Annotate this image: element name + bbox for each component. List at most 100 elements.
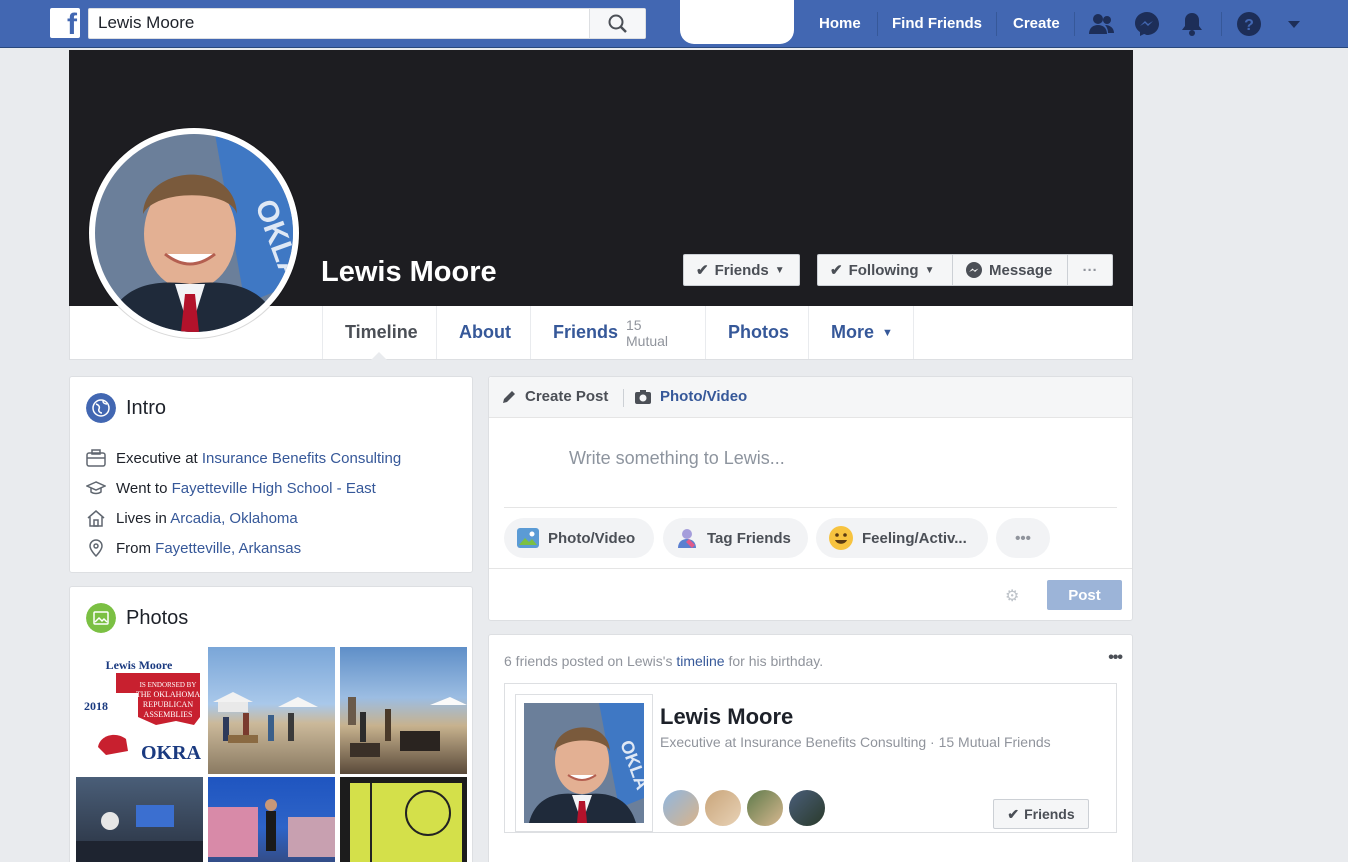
birthday-feed-card: 6 friends posted on Lewis's timeline for… <box>488 634 1133 862</box>
mutual-count: 15 Mutual <box>626 316 669 349</box>
profile-name: Lewis Moore <box>321 256 497 288</box>
friend-suggestion-card: OKLA Lewis Moore Executive at Insurance … <box>504 683 1117 833</box>
photo-outdoor-gathering[interactable] <box>340 647 467 774</box>
svg-text:THE OKLAHOMA: THE OKLAHOMA <box>136 690 200 699</box>
photo-visitor-badge[interactable] <box>340 777 467 862</box>
check-icon: ✔ <box>1007 805 1020 822</box>
friends-button-label: Friends <box>714 261 769 279</box>
settings-gear-icon[interactable]: ⚙ <box>1005 586 1019 606</box>
intro-from-link[interactable]: Fayetteville, Arkansas <box>155 540 301 557</box>
post-composer: Create Post Photo/Video Write something … <box>488 376 1133 621</box>
more-actions-button[interactable]: ••• <box>996 518 1050 558</box>
photo-video-button[interactable]: Photo/Video <box>504 518 654 558</box>
facebook-logo-icon[interactable]: f <box>50 8 80 40</box>
tab-photos[interactable]: Photos <box>705 306 808 359</box>
friend-card-friends-button[interactable]: ✔ Friends <box>993 799 1089 829</box>
composer-input[interactable]: Write something to Lewis... <box>569 448 785 469</box>
graduation-cap-icon <box>86 481 106 495</box>
photo-stage-event[interactable] <box>208 777 335 862</box>
messenger-icon <box>966 262 982 278</box>
check-icon: ✔ <box>830 262 843 279</box>
help-icon[interactable]: ? <box>1235 10 1263 38</box>
top-navigation-bar: f Lewis Moore Home Find Friends Create ? <box>0 0 1348 48</box>
tag-friends-icon <box>678 529 696 548</box>
intro-work: Executive at Insurance Benefits Consulti… <box>86 448 401 468</box>
messenger-icon[interactable] <box>1133 10 1161 38</box>
search-input[interactable]: Lewis Moore <box>98 13 194 33</box>
friend-card-subtitle: Executive at Insurance Benefits Consulti… <box>660 734 1051 750</box>
friend-card-photo[interactable]: OKLA <box>515 694 653 832</box>
profile-picture[interactable]: OKLA <box>89 128 299 338</box>
photos-icon <box>86 603 116 633</box>
composer-header: Create Post Photo/Video <box>489 377 1132 418</box>
profile-shortcut[interactable] <box>680 0 794 44</box>
feeling-activity-button[interactable]: Feeling/Activ... <box>816 518 988 558</box>
intro-card: Intro Executive at Insurance Benefits Co… <box>69 376 473 573</box>
mutual-friend-avatar[interactable] <box>661 788 701 828</box>
nav-divider <box>877 12 878 36</box>
composer-separator <box>504 507 1117 508</box>
birthday-summary: 6 friends posted on Lewis's timeline for… <box>504 653 824 669</box>
intro-work-link[interactable]: Insurance Benefits Consulting <box>202 450 401 467</box>
nav-find-friends[interactable]: Find Friends <box>892 15 982 32</box>
pencil-icon <box>503 390 515 403</box>
more-dots-icon: ••• <box>1015 529 1031 547</box>
photo-icon <box>517 528 539 548</box>
mutual-friend-avatar[interactable] <box>703 788 743 828</box>
smiley-icon <box>829 526 853 550</box>
svg-text:ASSEMBLIES: ASSEMBLIES <box>144 710 193 719</box>
search-icon <box>608 14 627 33</box>
friend-requests-icon[interactable] <box>1088 10 1116 38</box>
message-button[interactable]: Message <box>952 254 1068 286</box>
message-button-label: Message <box>989 261 1053 279</box>
intro-education-link[interactable]: Fayetteville High School - East <box>172 480 376 497</box>
tab-friends[interactable]: Friends 15 Mutual <box>530 306 705 359</box>
svg-text:2018: 2018 <box>84 699 108 713</box>
svg-text:REPUBLICAN: REPUBLICAN <box>143 700 193 709</box>
nav-home[interactable]: Home <box>819 15 861 32</box>
friends-button[interactable]: ✔ Friends ▼ <box>683 254 800 286</box>
photo-endorsement-poster[interactable]: Lewis Moore IS ENDORSED BY THE OKLAHOMA … <box>76 647 203 774</box>
search-button[interactable] <box>589 9 645 38</box>
svg-text:IS ENDORSED BY: IS ENDORSED BY <box>140 681 197 689</box>
search-bar[interactable]: Lewis Moore <box>88 8 646 39</box>
friend-card-name[interactable]: Lewis Moore <box>660 704 793 730</box>
following-button-label: Following <box>848 261 919 279</box>
briefcase-icon <box>86 449 106 467</box>
nav-divider <box>996 12 997 36</box>
account-menu-chevron-icon[interactable] <box>1280 10 1308 38</box>
photo-video-tab[interactable]: Photo/Video <box>634 388 747 405</box>
nav-divider <box>1221 12 1222 36</box>
camera-icon <box>635 389 651 404</box>
notifications-bell-icon[interactable] <box>1178 10 1206 38</box>
tab-more[interactable]: More ▼ <box>808 306 914 359</box>
post-button[interactable]: Post <box>1047 580 1122 610</box>
nav-divider <box>1074 12 1075 36</box>
mutual-friend-avatar[interactable] <box>745 788 785 828</box>
mutual-friend-avatar[interactable] <box>787 788 827 828</box>
post-options-icon[interactable]: ••• <box>1108 649 1123 667</box>
composer-divider <box>623 389 624 407</box>
tag-friends-button[interactable]: Tag Friends <box>663 518 808 558</box>
profile-portrait: OKLA <box>95 134 293 332</box>
check-icon: ✔ <box>696 262 709 279</box>
photo-conference-room[interactable] <box>76 777 203 862</box>
tab-about[interactable]: About <box>436 306 530 359</box>
timeline-link[interactable]: timeline <box>676 653 724 669</box>
nav-create[interactable]: Create <box>1013 15 1060 32</box>
photos-title: Photos <box>126 607 189 629</box>
more-dots-icon: ··· <box>1082 261 1098 279</box>
friend-card-portrait: OKLA <box>524 703 652 823</box>
globe-icon <box>86 393 116 423</box>
home-icon <box>87 510 105 527</box>
svg-text:Lewis Moore: Lewis Moore <box>106 658 173 672</box>
intro-lives-in-link[interactable]: Arcadia, Oklahoma <box>170 510 298 527</box>
create-post-tab[interactable]: Create Post <box>501 388 608 405</box>
more-options-button[interactable]: ··· <box>1067 254 1113 286</box>
photo-outdoor-market[interactable] <box>208 647 335 774</box>
intro-lives-in: Lives in Arcadia, Oklahoma <box>86 508 298 528</box>
following-button[interactable]: ✔ Following ▼ <box>817 254 953 286</box>
intro-education: Went to Fayetteville High School - East <box>86 478 376 498</box>
active-tab-indicator <box>370 352 388 361</box>
intro-title: Intro <box>126 397 167 419</box>
